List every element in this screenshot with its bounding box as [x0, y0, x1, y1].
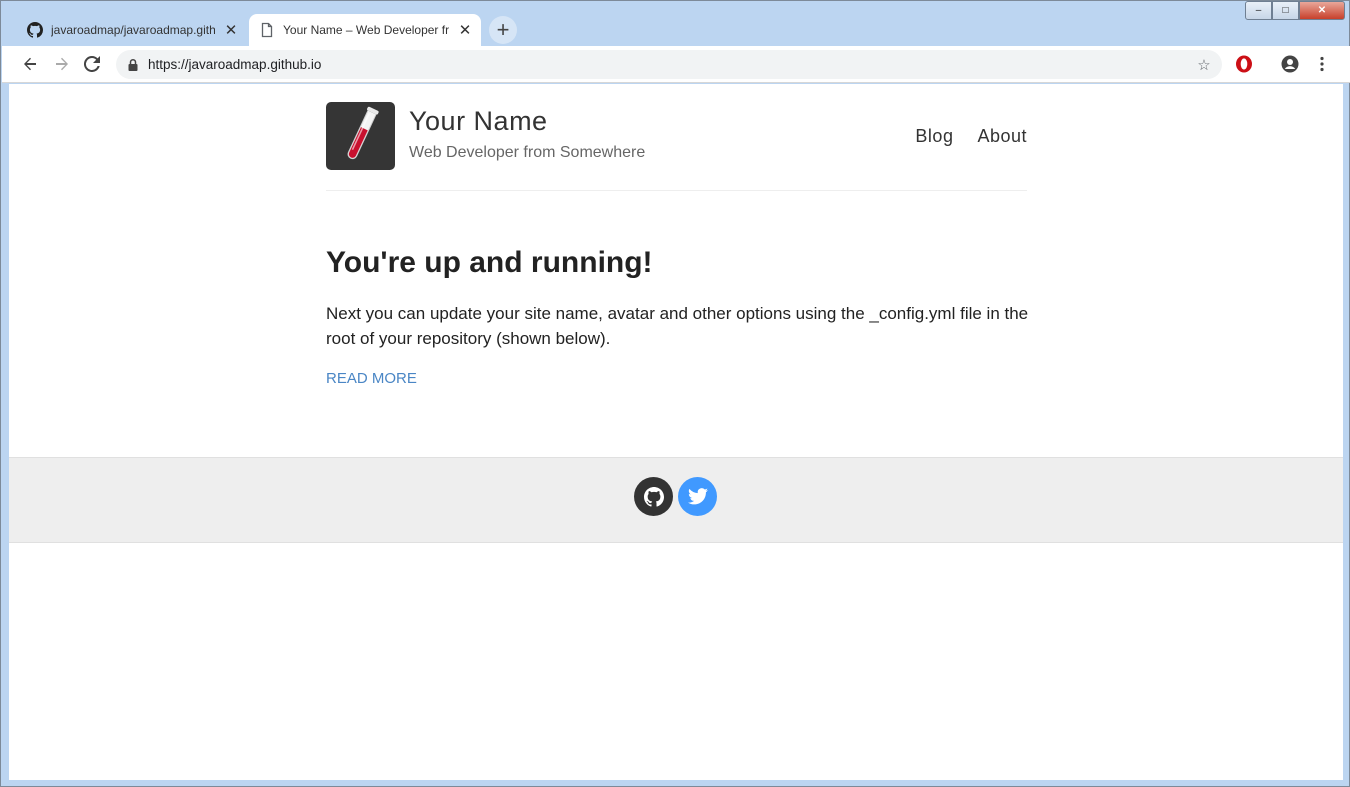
tab-title: javaroadmap/javaroadmap.github.io: [51, 23, 215, 37]
nav-item-about[interactable]: About: [977, 126, 1027, 147]
account-icon: [1281, 55, 1299, 73]
url-text[interactable]: https://javaroadmap.github.io: [148, 57, 1194, 72]
site-name[interactable]: Your Name: [409, 106, 548, 137]
post-title[interactable]: You're up and running!: [326, 246, 653, 280]
twitter-link[interactable]: [678, 477, 717, 516]
tab-strip: javaroadmap/javaroadmap.github.io ✕ Your…: [1, 1, 1349, 46]
opera-extension-button[interactable]: [1232, 52, 1256, 76]
arrow-left-icon: [24, 57, 36, 71]
masthead: Your Name Web Developer from Somewhere B…: [326, 102, 1027, 191]
test-tube-icon: [347, 106, 379, 160]
close-icon[interactable]: ✕: [221, 20, 241, 40]
site-footer: [9, 457, 1343, 543]
new-tab-button[interactable]: +: [489, 16, 517, 44]
twitter-icon: [687, 488, 708, 505]
minimize-button[interactable]: –: [1245, 1, 1272, 20]
tab-your-name[interactable]: Your Name – Web Developer from Somewhere…: [249, 14, 481, 46]
avatar[interactable]: [326, 102, 395, 170]
lock-icon: [128, 58, 138, 71]
github-link[interactable]: [634, 477, 673, 516]
bookmark-star-icon[interactable]: ☆: [1194, 55, 1214, 75]
page-icon: [261, 22, 273, 38]
nav-item-blog[interactable]: Blog: [915, 126, 953, 147]
forward-button[interactable]: [50, 52, 74, 76]
opera-icon: [1236, 55, 1252, 73]
more-vert-icon: [1320, 56, 1324, 72]
github-icon: [27, 22, 43, 38]
site-description: Web Developer from Somewhere: [409, 144, 646, 161]
social-links: [634, 477, 717, 516]
post-excerpt: Next you can update your site name, avat…: [326, 304, 1029, 348]
reload-button[interactable]: [80, 52, 104, 76]
tab-github-repo[interactable]: javaroadmap/javaroadmap.github.io ✕: [17, 14, 247, 46]
address-bar[interactable]: https://javaroadmap.github.io ☆: [116, 50, 1222, 79]
read-more-link[interactable]: READ MORE: [326, 370, 417, 387]
menu-button[interactable]: [1310, 52, 1334, 76]
site-nav: Blog About: [915, 126, 1027, 147]
arrow-right-icon: [56, 57, 68, 71]
page-viewport: Your Name Web Developer from Somewhere B…: [9, 84, 1343, 780]
github-icon: [643, 486, 664, 507]
profile-button[interactable]: [1278, 52, 1302, 76]
back-button[interactable]: [18, 52, 42, 76]
page-content: Your Name Web Developer from Somewhere B…: [9, 84, 1343, 780]
close-icon[interactable]: ✕: [455, 20, 475, 40]
browser-window: javaroadmap/javaroadmap.github.io ✕ Your…: [0, 0, 1350, 787]
restore-button[interactable]: □: [1272, 1, 1299, 20]
reload-icon: [84, 56, 100, 72]
window-controls: – □ ✕: [1245, 1, 1345, 21]
tab-title: Your Name – Web Developer from Somewhere: [283, 23, 449, 37]
window-close-button[interactable]: ✕: [1299, 1, 1345, 20]
browser-toolbar: https://javaroadmap.github.io ☆: [2, 46, 1350, 83]
